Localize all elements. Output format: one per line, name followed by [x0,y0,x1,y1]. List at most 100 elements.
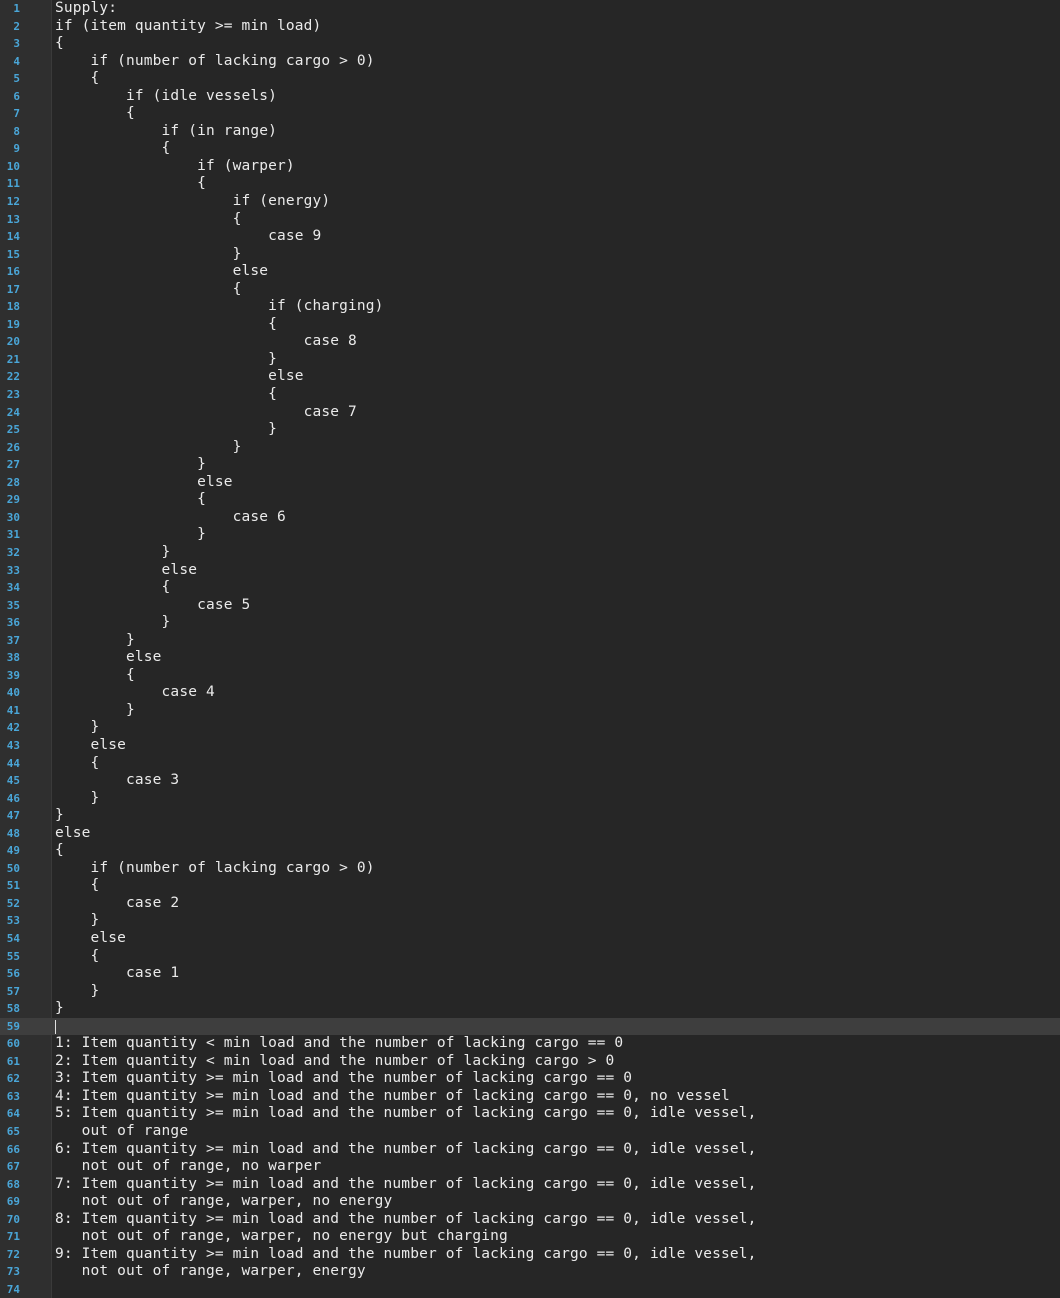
code-line[interactable]: 5 { [0,70,1060,88]
line-text[interactable]: Supply: [55,0,117,18]
line-text[interactable]: } [55,983,100,1001]
code-line[interactable]: 53 } [0,912,1060,930]
line-text[interactable]: } [55,632,135,650]
line-text[interactable]: case 4 [55,684,215,702]
code-line[interactable]: 31 } [0,526,1060,544]
line-text[interactable]: { [55,842,64,860]
code-line[interactable]: 25 } [0,421,1060,439]
code-line[interactable]: 66 6: Item quantity >= min load and the n… [0,1141,1060,1159]
line-text[interactable]: if (in range) [55,123,277,141]
code-line[interactable]: 22 else [0,368,1060,386]
line-text[interactable]: if (idle vessels) [55,88,277,106]
line-text[interactable]: } [55,544,171,562]
code-line[interactable]: 27 } [0,456,1060,474]
line-text[interactable]: not out of range, no warper [55,1158,322,1176]
line-text[interactable]: } [55,439,242,457]
code-line[interactable]: 65 out of range [0,1123,1060,1141]
code-line[interactable]: 57 } [0,983,1060,1001]
line-text[interactable]: } [55,246,242,264]
code-line[interactable]: 11 { [0,175,1060,193]
code-line[interactable]: 1 Supply: [0,0,1060,18]
code-line[interactable]: 30 case 6 [0,509,1060,527]
line-text[interactable]: not out of range, warper, energy [55,1263,366,1281]
line-text[interactable]: 2: Item quantity < min load and the numb… [55,1053,614,1071]
line-text[interactable]: else [55,649,162,667]
line-text[interactable]: else [55,930,126,948]
line-text[interactable]: else [55,368,304,386]
line-text[interactable]: case 8 [55,333,357,351]
code-line[interactable]: 73 not out of range, warper, energy [0,1263,1060,1281]
code-line[interactable]: 71 not out of range, warper, no energy b… [0,1228,1060,1246]
line-text[interactable]: { [55,175,206,193]
code-line[interactable]: 55 { [0,948,1060,966]
code-line[interactable]: 8 if (in range) [0,123,1060,141]
code-line[interactable]: 44 { [0,755,1060,773]
code-line[interactable]: 39 { [0,667,1060,685]
line-text[interactable]: if (warper) [55,158,295,176]
line-text[interactable]: case 1 [55,965,179,983]
line-text[interactable]: case 7 [55,404,357,422]
code-line[interactable]: 4 if (number of lacking cargo > 0) [0,53,1060,71]
code-line[interactable]: 61 2: Item quantity < min load and the nu… [0,1053,1060,1071]
line-text[interactable]: { [55,35,64,53]
line-text[interactable]: { [55,386,277,404]
line-text[interactable]: if (charging) [55,298,384,316]
code-line[interactable]: 60 1: Item quantity < min load and the nu… [0,1035,1060,1053]
line-text[interactable]: else [55,263,268,281]
line-text[interactable]: } [55,456,206,474]
line-text[interactable]: 6: Item quantity >= min load and the num… [55,1141,757,1159]
code-line[interactable]: 49 { [0,842,1060,860]
code-line[interactable]: 38 else [0,649,1060,667]
line-text[interactable]: 4: Item quantity >= min load and the num… [55,1088,730,1106]
code-line[interactable]: 70 8: Item quantity >= min load and the n… [0,1211,1060,1229]
line-text[interactable]: { [55,755,100,773]
line-text[interactable]: } [55,351,277,369]
line-text[interactable]: { [55,70,100,88]
code-line[interactable]: 12 if (energy) [0,193,1060,211]
line-text[interactable]: { [55,491,206,509]
code-line[interactable]: 58} [0,1000,1060,1018]
line-text[interactable]: { [55,316,277,334]
code-line[interactable]: 64 5: Item quantity >= min load and the n… [0,1105,1060,1123]
code-line[interactable]: 3{ [0,35,1060,53]
code-line[interactable]: 40 case 4 [0,684,1060,702]
line-text[interactable]: 8: Item quantity >= min load and the num… [55,1211,757,1229]
line-text[interactable]: 5: Item quantity >= min load and the num… [55,1105,757,1123]
code-line[interactable]: 48 else [0,825,1060,843]
line-text[interactable]: case 6 [55,509,286,527]
code-line[interactable]: 14 case 9 [0,228,1060,246]
code-line[interactable]: 20 case 8 [0,333,1060,351]
code-line[interactable]: 42 } [0,719,1060,737]
line-text[interactable]: out of range [55,1123,188,1141]
code-line[interactable]: 36 } [0,614,1060,632]
code-editor[interactable]: 1 Supply: 2 if (item quantity >= min load) 3… [0,0,1060,1298]
line-text[interactable]: if (energy) [55,193,331,211]
code-line[interactable]: 10 if (warper) [0,158,1060,176]
code-line[interactable]: 63 4: Item quantity >= min load and the n… [0,1088,1060,1106]
line-text[interactable]: } [55,1000,64,1018]
line-text[interactable]: case 5 [55,597,250,615]
line-text[interactable]: } [55,526,206,544]
code-line[interactable]: 2 if (item quantity >= min load) [0,18,1060,36]
line-text[interactable]: { [55,281,242,299]
code-line[interactable]: 50 if (number of lacking cargo > 0) [0,860,1060,878]
code-line[interactable]: 7 { [0,105,1060,123]
code-line[interactable]: 26 } [0,439,1060,457]
code-line[interactable]: 45 case 3 [0,772,1060,790]
code-line[interactable]: 16 else [0,263,1060,281]
code-line[interactable]: 41 } [0,702,1060,720]
line-text[interactable]: if (number of lacking cargo > 0) [55,53,375,71]
line-text[interactable]: { [55,211,242,229]
code-line[interactable]: 32 } [0,544,1060,562]
line-text[interactable]: { [55,667,135,685]
line-text[interactable]: 3: Item quantity >= min load and the num… [55,1070,632,1088]
line-text[interactable]: not out of range, warper, no energy [55,1193,393,1211]
line-text[interactable]: } [55,421,277,439]
code-line[interactable]: 24 case 7 [0,404,1060,422]
line-text[interactable]: case 9 [55,228,321,246]
code-line[interactable]: 56 case 1 [0,965,1060,983]
line-text[interactable]: 7: Item quantity >= min load and the num… [55,1176,757,1194]
code-line[interactable]: 51 { [0,877,1060,895]
code-line[interactable]: 37 } [0,632,1060,650]
code-line[interactable]: 47} [0,807,1060,825]
